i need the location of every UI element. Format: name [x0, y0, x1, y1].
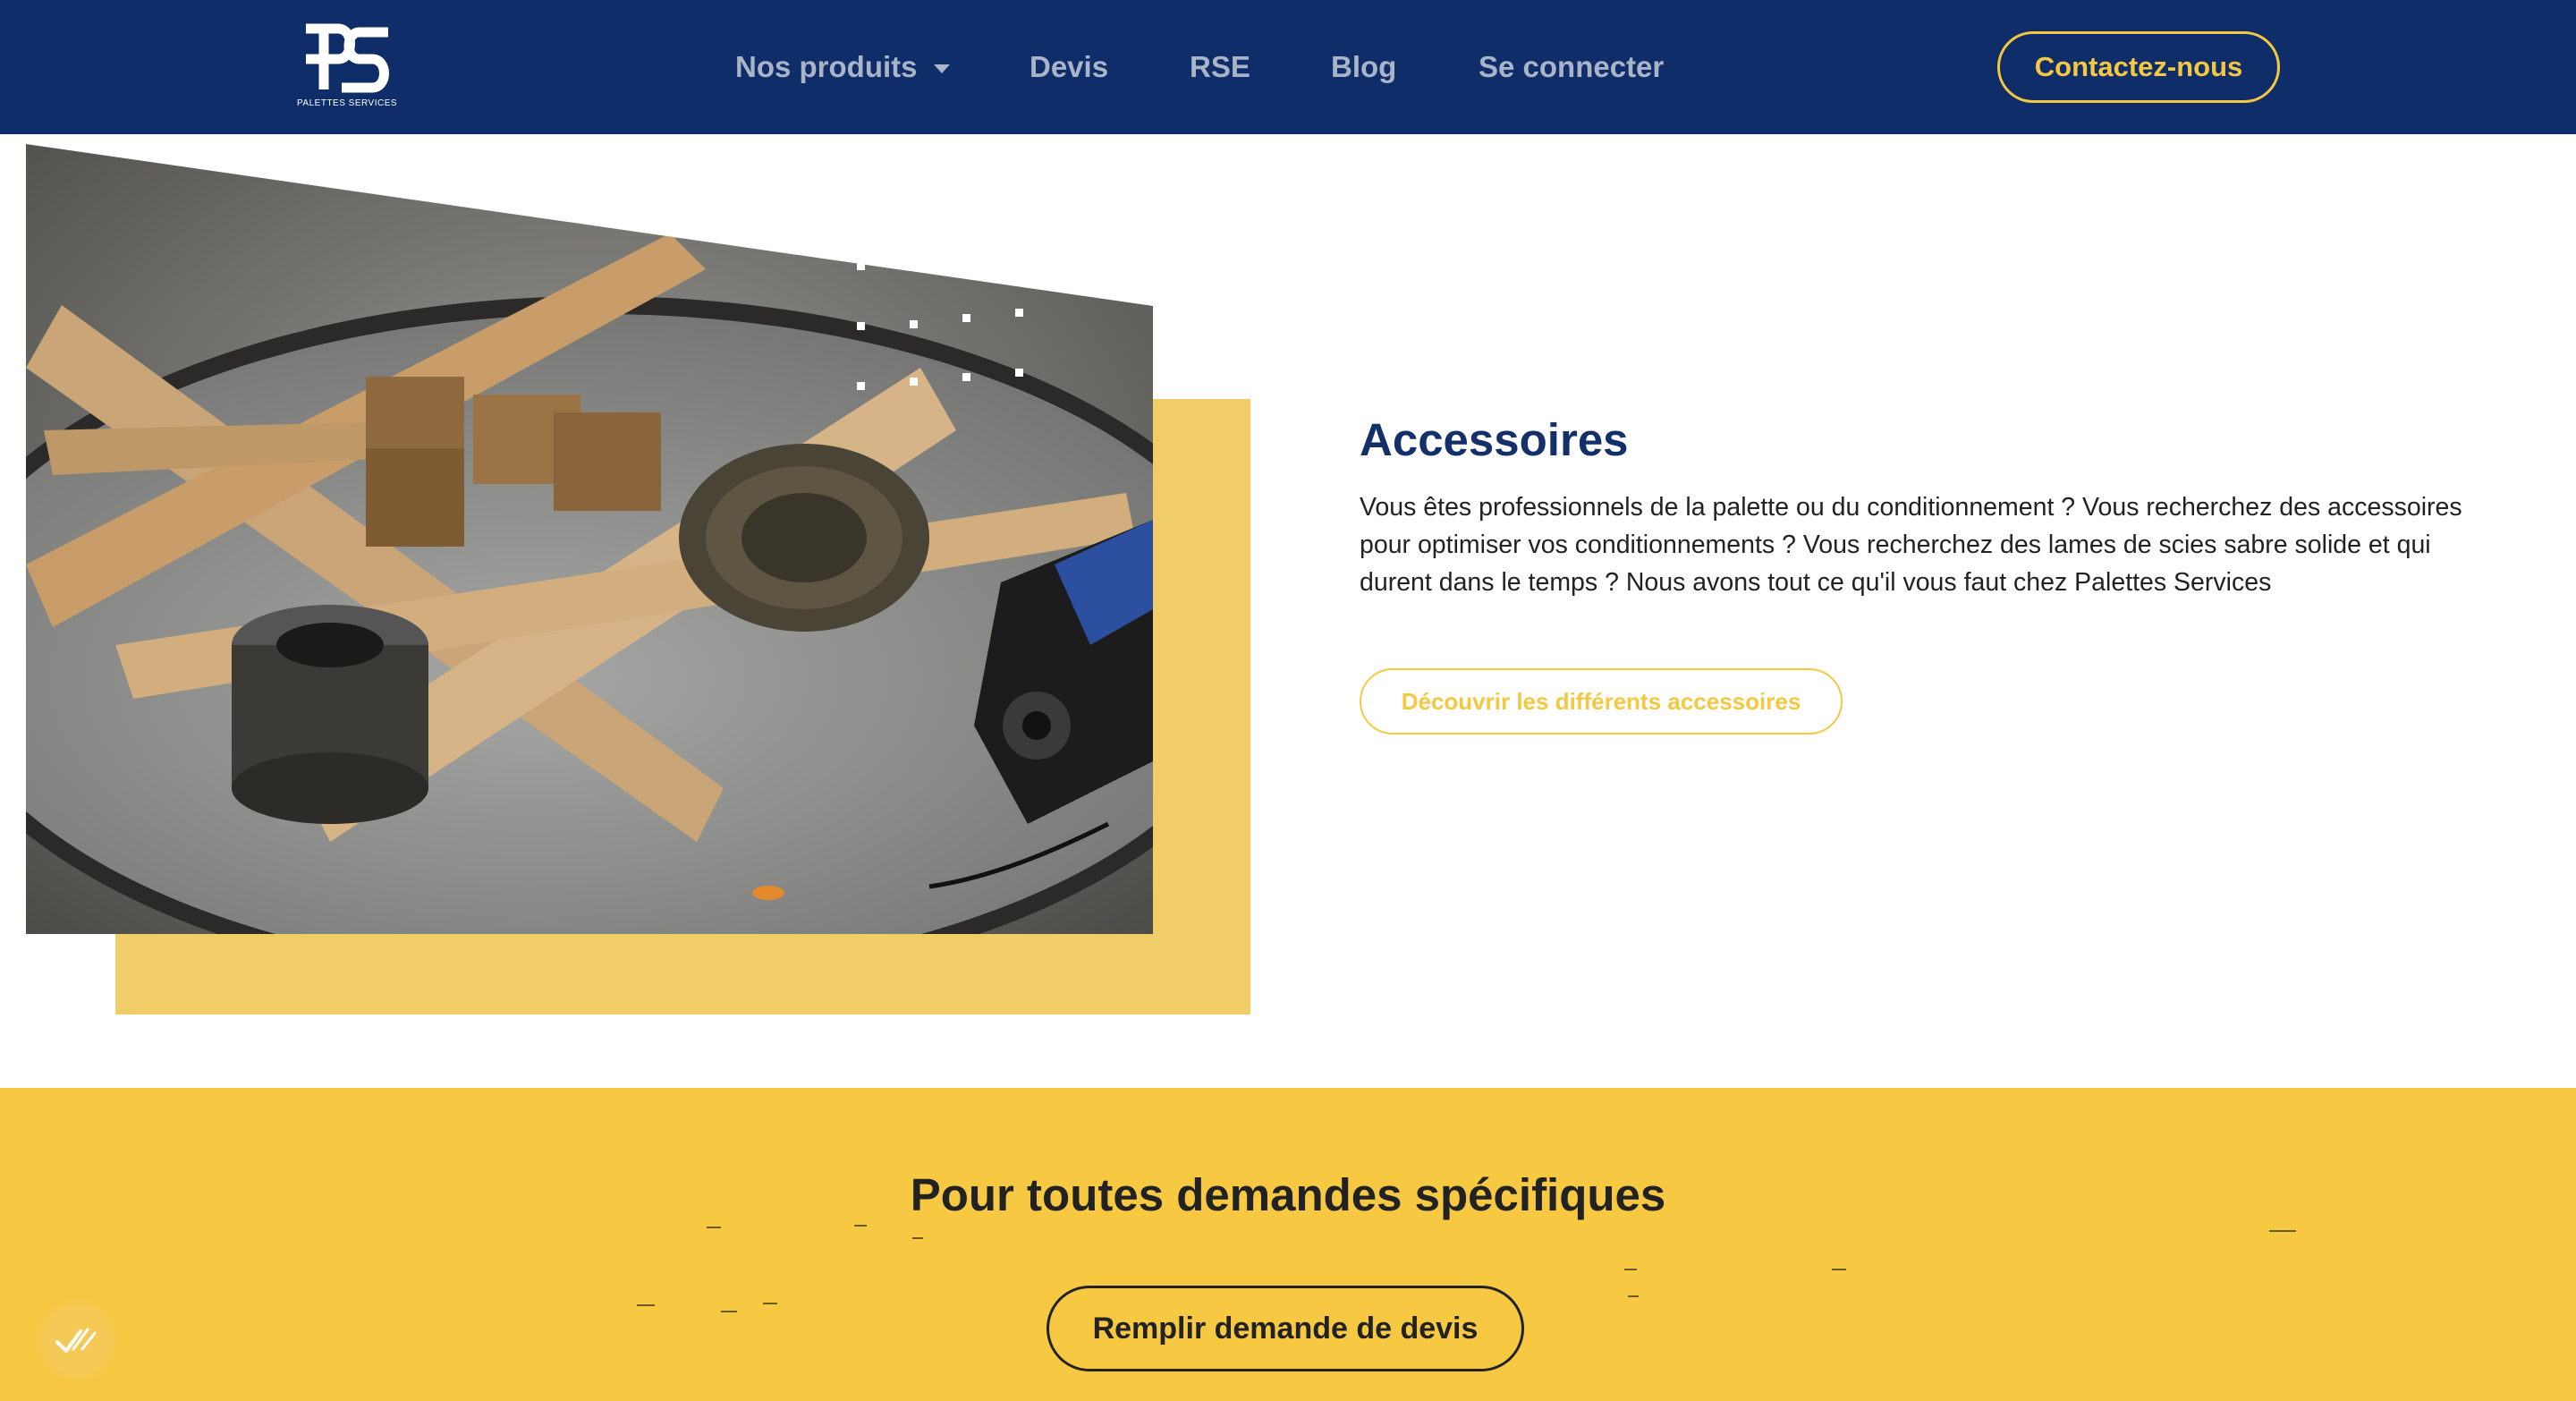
cta-title: Pour toutes demandes spécifiques: [910, 1169, 1666, 1220]
palettes-services-logo[interactable]: PALETTES SERVICES: [297, 23, 397, 113]
checkmark-icon: [55, 1328, 97, 1353]
contact-button[interactable]: Contactez-nous: [1997, 31, 2280, 103]
nav-csr[interactable]: RSE: [1190, 47, 1250, 88]
nav-products-dropdown[interactable]: Nos produits: [735, 47, 950, 88]
decorative-dots: [854, 259, 1033, 403]
ps-logo-icon: [306, 23, 389, 93]
nav-login[interactable]: Se connecter: [1479, 47, 1664, 88]
site-header: PALETTES SERVICES Nos produits Devis RSE…: [0, 0, 2576, 134]
fill-quote-request-button[interactable]: Remplir demande de devis: [1046, 1286, 1524, 1371]
caret-down-icon: [933, 64, 950, 74]
discover-accessories-button[interactable]: Découvrir les différents accessoires: [1360, 668, 1843, 734]
accessories-title: Accessoires: [1360, 414, 1629, 465]
cookie-consent-button[interactable]: [41, 1304, 113, 1376]
accessories-description: Vous êtes professionnels de la palette o…: [1360, 493, 2462, 597]
nav-blog[interactable]: Blog: [1331, 47, 1396, 88]
nav-quote[interactable]: Devis: [1030, 47, 1108, 88]
logo-caption: PALETTES SERVICES: [297, 98, 398, 108]
nav-products-label: Nos produits: [735, 50, 918, 83]
